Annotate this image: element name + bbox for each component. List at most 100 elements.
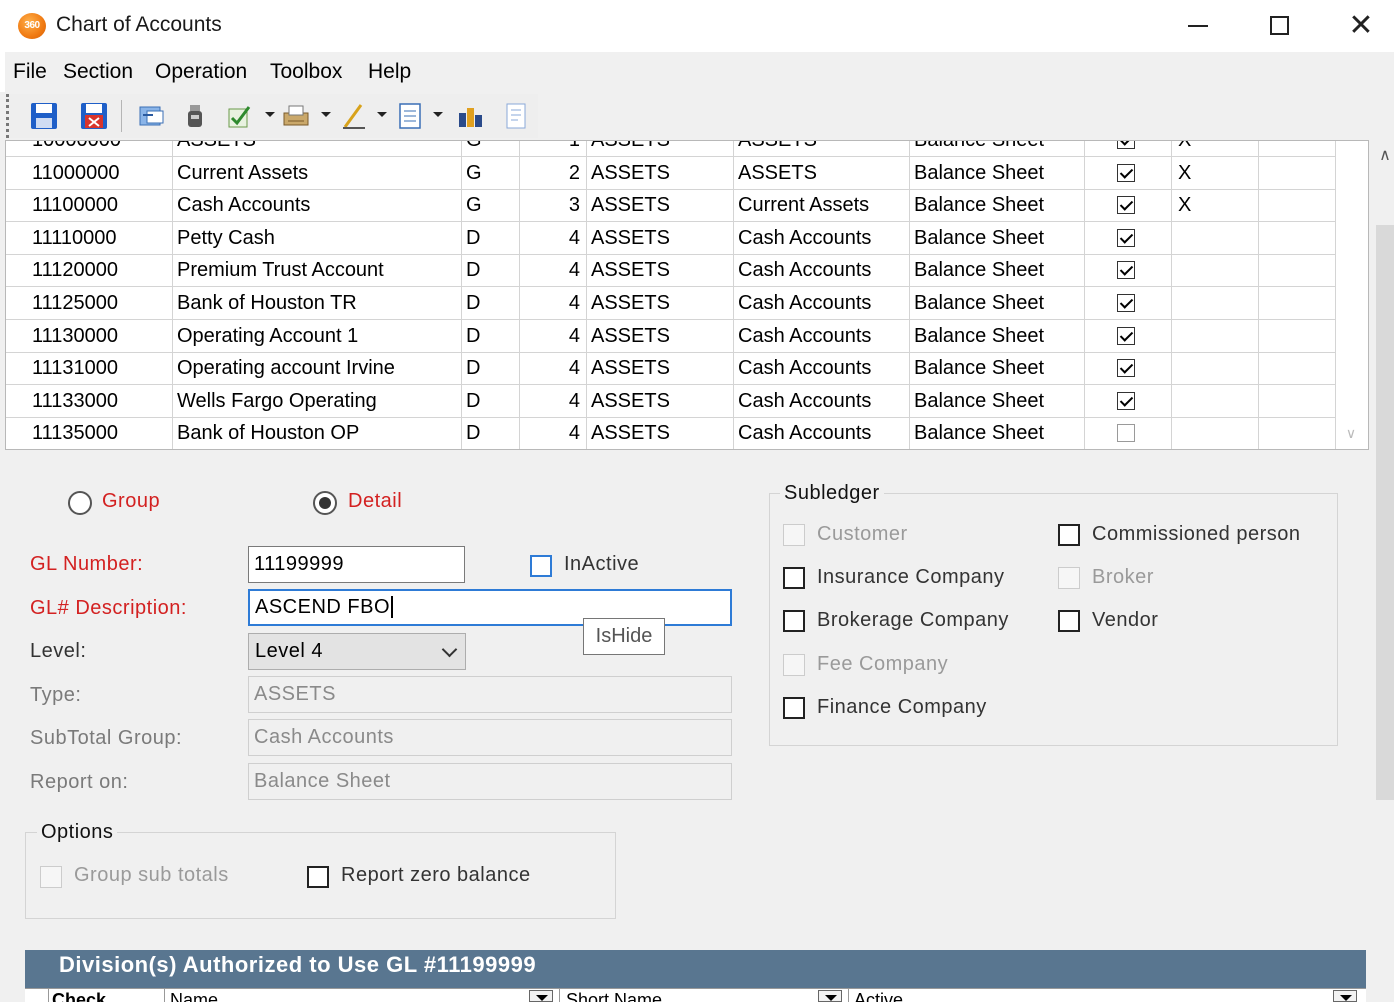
table-row[interactable]: 11135000 Bank of Houston OP D 4 ASSETS Cash A… xyxy=(6,417,1336,449)
col-active[interactable]: Active xyxy=(854,989,903,1002)
menu-file[interactable]: File xyxy=(13,60,47,84)
subtotal-cell: Cash Accounts xyxy=(734,221,910,254)
fee-company-label: Fee Company xyxy=(817,653,949,675)
type-cell: ASSETS xyxy=(587,319,734,352)
toolbar-separator xyxy=(121,100,122,132)
group-detail-cell: D xyxy=(462,352,520,385)
col-name[interactable]: Name xyxy=(170,989,218,1002)
brokerage-company-label: Brokerage Company xyxy=(817,609,1009,631)
group-detail-cell: G xyxy=(462,156,520,189)
col-check[interactable]: Check xyxy=(52,989,106,1002)
ishide-tooltip: IsHide xyxy=(583,618,665,655)
col-short-name[interactable]: Short Name xyxy=(566,989,662,1002)
empty-cell xyxy=(1259,156,1336,189)
row-checkbox[interactable] xyxy=(1117,294,1135,312)
gl-number-cell: 11130000 xyxy=(28,319,173,352)
report-on-cell: Balance Sheet xyxy=(910,221,1085,254)
customer-checkbox[interactable] xyxy=(783,524,805,546)
insurance-company-checkbox[interactable] xyxy=(783,567,805,589)
row-checkbox[interactable] xyxy=(1117,424,1135,443)
row-checkbox[interactable] xyxy=(1117,326,1135,345)
short-name-filter-dropdown-icon[interactable] xyxy=(818,990,842,1002)
table-row[interactable]: 11131000 Operating account Irvine D 4 ASSETS… xyxy=(6,352,1336,386)
approve-icon[interactable] xyxy=(225,101,255,131)
active-checkbox-cell xyxy=(1085,287,1172,319)
group-detail-cell: D xyxy=(462,319,520,352)
flag-cell: X xyxy=(1172,189,1259,222)
gl-number-input[interactable]: 11199999 xyxy=(248,546,465,583)
name-filter-dropdown-icon[interactable] xyxy=(529,990,553,1002)
row-checkbox[interactable] xyxy=(1117,163,1135,182)
report-zero-balance-checkbox[interactable] xyxy=(307,866,329,888)
table-row[interactable]: 11100000 Cash Accounts G 3 ASSETS Current Ass… xyxy=(6,189,1336,223)
level-select[interactable]: Level 4 xyxy=(248,633,466,670)
finance-company-label: Finance Company xyxy=(817,696,987,718)
row-checkbox[interactable] xyxy=(1117,228,1135,247)
detail-radio[interactable] xyxy=(313,491,337,515)
document-icon[interactable] xyxy=(395,101,425,131)
empty-cell xyxy=(1259,417,1336,449)
minimize-button[interactable] xyxy=(1156,0,1238,52)
flag-cell xyxy=(1172,384,1259,417)
active-checkbox-cell xyxy=(1085,254,1172,287)
maximize-button[interactable] xyxy=(1238,0,1320,52)
scroll-up-icon[interactable]: ∧ xyxy=(1376,146,1394,166)
description-cell: Operating account Irvine xyxy=(173,352,462,385)
save-close-icon[interactable] xyxy=(79,101,109,131)
division-grid-header xyxy=(25,988,1366,1002)
table-row[interactable]: 11125000 Bank of Houston TR D 4 ASSETS Cash A… xyxy=(6,287,1336,320)
description-cell: Petty Cash xyxy=(173,221,462,254)
grid-scroll-down-icon[interactable]: ∨ xyxy=(1340,422,1362,444)
row-checkbox[interactable] xyxy=(1117,261,1135,280)
group-sub-totals-checkbox[interactable] xyxy=(40,866,62,888)
fee-company-checkbox[interactable] xyxy=(783,654,805,676)
edit-icon[interactable] xyxy=(339,101,369,131)
finance-company-checkbox[interactable] xyxy=(783,697,805,719)
table-row[interactable]: 11120000 Premium Trust Account D 4 ASSETS Cas… xyxy=(6,254,1336,288)
menu-help[interactable]: Help xyxy=(368,60,411,84)
report-icon[interactable] xyxy=(501,101,531,131)
form-scrollbar-thumb[interactable] xyxy=(1376,225,1394,800)
type-cell: ASSETS xyxy=(587,352,734,385)
menu-section[interactable]: Section xyxy=(63,60,133,84)
table-row[interactable]: 11000000 Current Assets G 2 ASSETS ASSETS Bala… xyxy=(6,156,1336,190)
group-sub-totals-label: Group sub totals xyxy=(74,864,229,886)
close-button[interactable]: ✕ xyxy=(1320,0,1394,52)
document-dropdown-icon[interactable] xyxy=(433,112,443,117)
row-checkbox[interactable] xyxy=(1117,196,1135,215)
edit-dropdown-icon[interactable] xyxy=(377,112,387,117)
table-row[interactable]: 11133000 Wells Fargo Operating D 4 ASSETS Cas… xyxy=(6,384,1336,418)
level-cell: 4 xyxy=(520,384,587,417)
brokerage-company-checkbox[interactable] xyxy=(783,610,805,632)
flag-cell xyxy=(1172,287,1259,319)
export-icon[interactable] xyxy=(137,101,167,131)
menu-toolbox[interactable]: Toolbox xyxy=(270,60,342,84)
commissioned-person-checkbox[interactable] xyxy=(1058,524,1080,546)
inactive-checkbox[interactable] xyxy=(530,555,552,577)
save-icon[interactable] xyxy=(29,101,59,131)
row-checkbox[interactable] xyxy=(1117,359,1135,378)
group-detail-cell: D xyxy=(462,417,520,449)
vendor-checkbox[interactable] xyxy=(1058,610,1080,632)
import-icon[interactable] xyxy=(181,101,211,131)
subtotal-group-field: Cash Accounts xyxy=(248,719,732,756)
table-row[interactable]: 11110000 Petty Cash D 4 ASSETS Cash Accounts B… xyxy=(6,221,1336,255)
title-bar: 360 Chart of Accounts ✕ xyxy=(0,0,1394,52)
description-cell: Current Assets xyxy=(173,156,462,189)
row-checkbox[interactable] xyxy=(1117,141,1135,149)
menu-operation[interactable]: Operation xyxy=(155,60,247,84)
broker-checkbox[interactable] xyxy=(1058,567,1080,589)
active-filter-dropdown-icon[interactable] xyxy=(1333,990,1357,1002)
column-separator xyxy=(164,989,165,1002)
print-dropdown-icon[interactable] xyxy=(321,112,331,117)
row-checkbox[interactable] xyxy=(1117,391,1135,410)
group-radio[interactable] xyxy=(68,491,92,515)
subtotal-group-label: SubTotal Group: xyxy=(30,727,183,749)
print-icon[interactable] xyxy=(281,101,311,131)
flag-cell xyxy=(1172,221,1259,254)
approve-dropdown-icon[interactable] xyxy=(265,112,275,117)
type-cell: ASSETS xyxy=(587,141,734,156)
lookup-icon[interactable] xyxy=(455,101,485,131)
table-row[interactable]: 11130000 Operating Account 1 D 4 ASSETS Cash … xyxy=(6,319,1336,353)
table-row[interactable]: 10000000 ASSETS G 1 ASSETS ASSETS Balance Shee… xyxy=(6,141,1336,157)
